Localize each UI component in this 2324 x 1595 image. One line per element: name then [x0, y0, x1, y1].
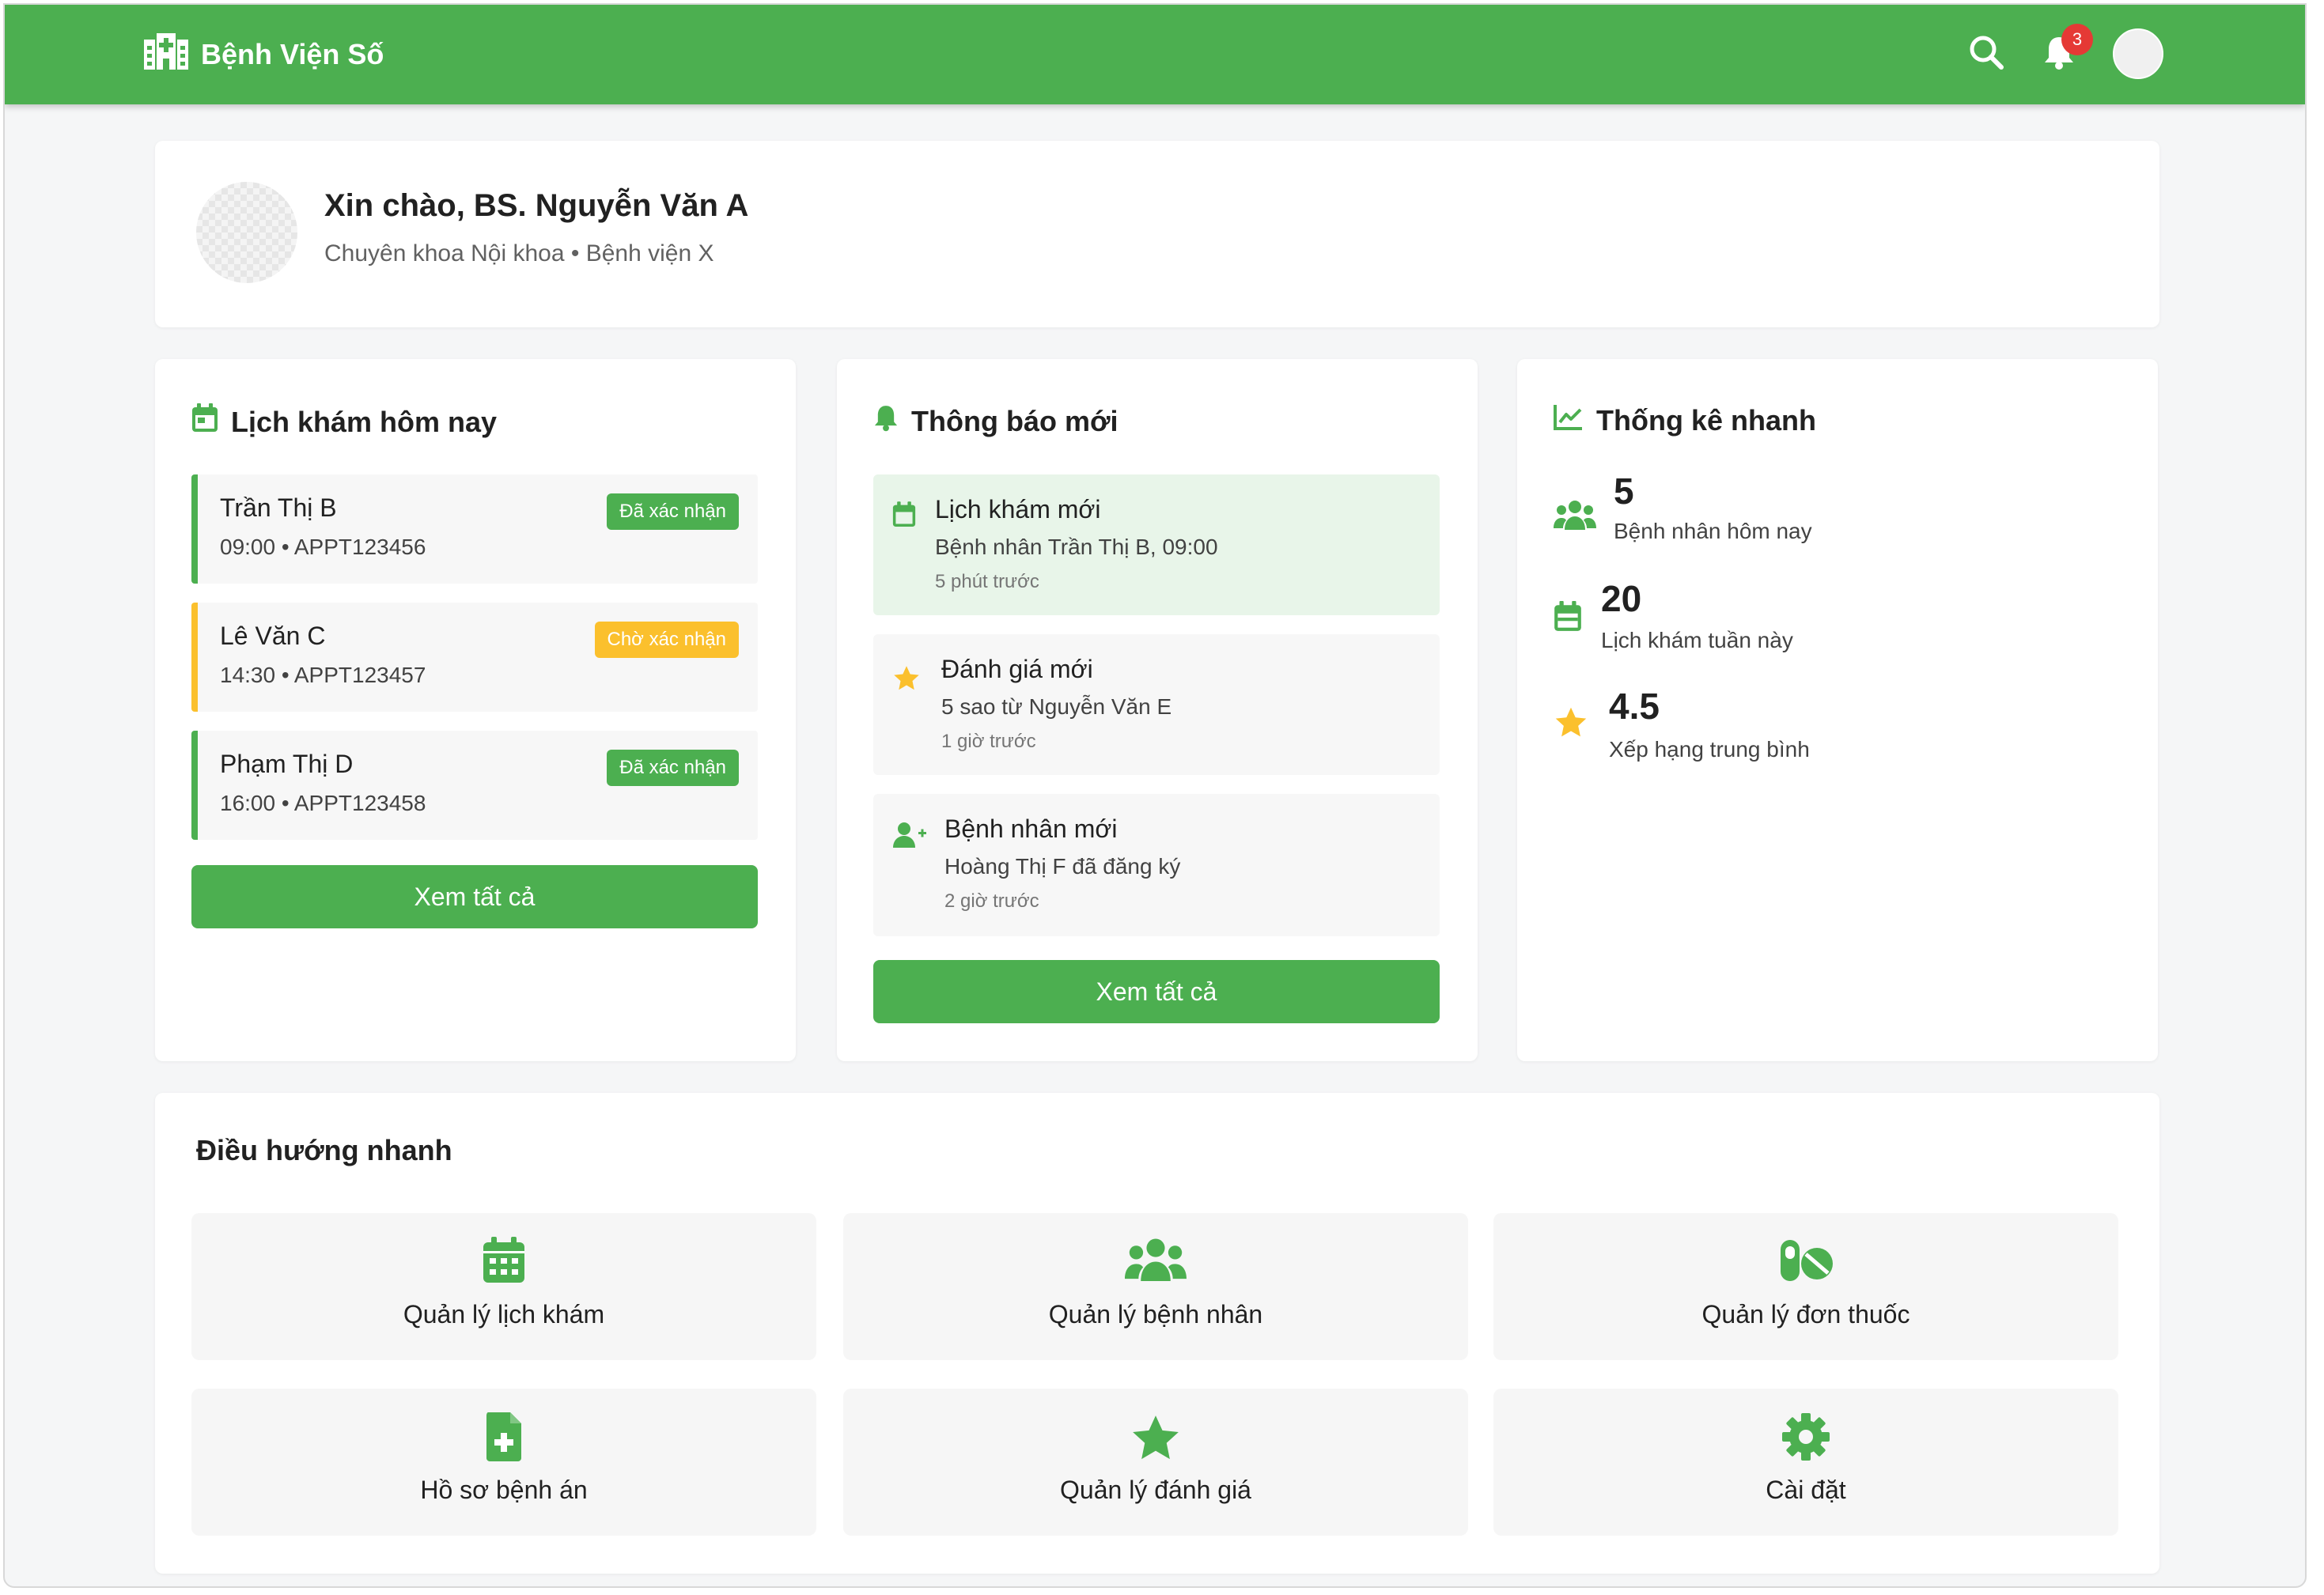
stat-label: Xếp hạng trung bình — [1609, 737, 1810, 762]
notification-title: Lịch khám mới — [935, 495, 1101, 523]
stats-heading: Thống kê nhanh — [1554, 403, 1816, 437]
star-icon — [843, 1412, 1468, 1465]
calendar-grid-icon — [191, 1237, 816, 1284]
nav-reviews-button[interactable]: Quản lý đánh giá — [843, 1389, 1468, 1536]
stat-label: Bệnh nhân hôm nay — [1614, 519, 1812, 543]
users-icon — [843, 1237, 1468, 1284]
doctor-avatar — [196, 182, 297, 283]
hospital-icon — [142, 32, 190, 78]
notifications-heading: Thông báo mới — [873, 403, 1118, 439]
view-all-appointments-button[interactable]: Xem tất cả — [191, 865, 758, 928]
star-icon — [892, 664, 921, 697]
top-header: Bệnh Viện Số 3 — [5, 5, 2305, 104]
chart-line-icon — [1554, 403, 1584, 437]
stat-value: 20 — [1601, 578, 1642, 619]
avatar — [2113, 28, 2163, 79]
stat-value: 5 — [1614, 471, 1634, 512]
quick-stats-card: Thống kê nhanh 5 Bệnh nhân hôm nay 20 Lị… — [1517, 359, 2158, 1061]
search-icon — [1968, 34, 2004, 74]
appointment-meta: 16:00 • APPT123458 — [220, 791, 426, 815]
quick-nav-card: Điều hướng nhanh Quản lý lịch khám Quản … — [155, 1093, 2159, 1574]
today-appointments-card: Lịch khám hôm nay Trần Thị B 09:00 • APP… — [155, 359, 796, 1061]
welcome-subtitle: Chuyên khoa Nội khoa • Bệnh viện X — [324, 240, 714, 266]
calendar-icon — [191, 403, 218, 440]
notification-time: 1 giờ trước — [941, 731, 1036, 752]
calendar-icon — [892, 501, 916, 532]
notification-desc: Hoàng Thị F đã đăng ký — [944, 854, 1181, 879]
status-badge: Đã xác nhận — [607, 750, 739, 786]
quick-nav-heading: Điều hướng nhanh — [196, 1134, 452, 1166]
app-page: Bệnh Viện Số 3 Xin chào, BS. Nguyễn Văn … — [3, 3, 2307, 1588]
appointment-item[interactable]: Trần Thị B 09:00 • APPT123456 Đã xác nhậ… — [191, 474, 758, 584]
appointment-item[interactable]: Lê Văn C 14:30 • APPT123457 Chờ xác nhận — [191, 603, 758, 712]
notification-item[interactable]: Bệnh nhân mới Hoàng Thị F đã đăng ký 2 g… — [873, 794, 1440, 936]
nav-settings-button[interactable]: Cài đặt — [1493, 1389, 2118, 1536]
bell-icon — [873, 403, 899, 439]
notification-title: Đánh giá mới — [941, 655, 1093, 683]
notification-desc: 5 sao từ Nguyễn Văn E — [941, 694, 1172, 719]
pills-icon — [1493, 1237, 2118, 1284]
stat-value: 4.5 — [1609, 686, 1660, 727]
notification-title: Bệnh nhân mới — [944, 815, 1118, 843]
nav-appointments-button[interactable]: Quản lý lịch khám — [191, 1213, 816, 1360]
status-badge: Chờ xác nhận — [594, 622, 739, 658]
welcome-card: Xin chào, BS. Nguyễn Văn A Chuyên khoa N… — [155, 141, 2159, 327]
notification-item[interactable]: Lịch khám mới Bệnh nhân Trần Thị B, 09:0… — [873, 474, 1440, 615]
user-plus-icon — [892, 821, 927, 853]
view-all-notifications-button[interactable]: Xem tất cả — [873, 960, 1440, 1023]
appointment-meta: 14:30 • APPT123457 — [220, 663, 426, 687]
users-icon — [1554, 500, 1596, 535]
patient-name: Trần Thị B — [220, 493, 337, 522]
gear-icon — [1493, 1412, 2118, 1461]
search-button[interactable] — [1959, 16, 2014, 92]
notification-item[interactable]: Đánh giá mới 5 sao từ Nguyễn Văn E 1 giờ… — [873, 634, 1440, 775]
nav-label: Quản lý bệnh nhân — [1048, 1300, 1263, 1329]
notifications-button[interactable]: 3 — [2031, 16, 2093, 92]
user-menu-button[interactable] — [2110, 16, 2166, 92]
star-icon — [1554, 705, 1588, 744]
notification-time: 5 phút trước — [935, 571, 1039, 592]
file-medical-icon — [191, 1412, 816, 1461]
brand-logo-link[interactable]: Bệnh Viện Số — [142, 19, 384, 90]
nav-label: Quản lý lịch khám — [403, 1300, 605, 1329]
nav-medical-records-button[interactable]: Hồ sơ bệnh án — [191, 1389, 816, 1536]
nav-prescriptions-button[interactable]: Quản lý đơn thuốc — [1493, 1213, 2118, 1360]
nav-label: Hồ sơ bệnh án — [420, 1476, 588, 1504]
patient-name: Phạm Thị D — [220, 750, 354, 778]
appointments-heading: Lịch khám hôm nay — [191, 403, 497, 440]
patient-name: Lê Văn C — [220, 622, 326, 650]
notification-count-badge: 3 — [2061, 24, 2093, 55]
nav-patients-button[interactable]: Quản lý bệnh nhân — [843, 1213, 1468, 1360]
calendar-icon — [1554, 601, 1582, 637]
stat-label: Lịch khám tuần này — [1601, 628, 1793, 652]
notification-desc: Bệnh nhân Trần Thị B, 09:00 — [935, 535, 1218, 559]
nav-label: Quản lý đánh giá — [1060, 1476, 1251, 1504]
status-badge: Đã xác nhận — [607, 493, 739, 530]
brand-name: Bệnh Viện Số — [201, 38, 384, 70]
nav-label: Cài đặt — [1766, 1476, 1846, 1504]
notifications-card: Thông báo mới Lịch khám mới Bệnh nhân Tr… — [837, 359, 1478, 1061]
appointment-meta: 09:00 • APPT123456 — [220, 535, 426, 559]
appointment-item[interactable]: Phạm Thị D 16:00 • APPT123458 Đã xác nhậ… — [191, 731, 758, 840]
welcome-title: Xin chào, BS. Nguyễn Văn A — [324, 188, 749, 223]
nav-label: Quản lý đơn thuốc — [1701, 1300, 1910, 1329]
notification-time: 2 giờ trước — [944, 890, 1039, 912]
